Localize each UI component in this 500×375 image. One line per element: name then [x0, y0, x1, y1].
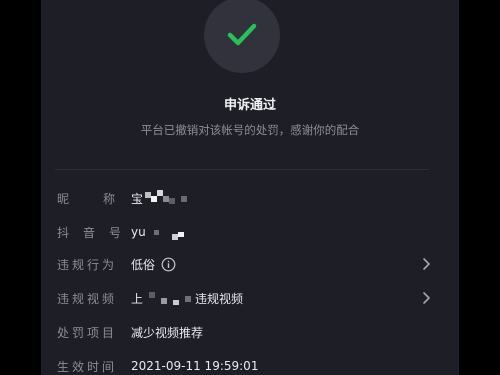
- douyin-id-text: yu: [131, 225, 146, 239]
- douyin-id-value: yu: [131, 224, 188, 240]
- divider: [55, 169, 429, 170]
- effective-time-row: 生效时间 2021-09-11 19:59:01: [57, 356, 431, 375]
- chevron-right-icon[interactable]: [421, 291, 431, 305]
- result-subtitle: 平台已撤销对该帐号的处罚，感谢你的配合: [140, 123, 360, 137]
- violation-type-value: 低俗: [131, 256, 176, 273]
- effective-time-value: 2021-09-11 19:59:01: [131, 359, 259, 373]
- nickname-row: 昵称 宝: [57, 188, 431, 208]
- chevron-right-icon[interactable]: [421, 257, 431, 271]
- violation-type-row[interactable]: 违规行为 低俗: [57, 254, 431, 274]
- violation-video-prefix: 上: [131, 291, 144, 306]
- redaction-mosaic: [149, 292, 192, 305]
- violation-video-row[interactable]: 违规视频 上 违规视频: [57, 288, 431, 308]
- appeal-result-panel: 申诉通过 平台已撤销对该帐号的处罚，感谢你的配合 昵称 宝 抖音号 yu 违规行…: [41, 0, 459, 375]
- info-icon[interactable]: [161, 257, 176, 272]
- penalty-label: 处罚项目: [57, 325, 118, 340]
- violation-video-suffix: 违规视频: [195, 291, 244, 306]
- douyin-id-label: 抖音号: [57, 225, 136, 240]
- douyin-id-row: 抖音号 yu: [57, 222, 431, 242]
- violation-type-text: 低俗: [131, 257, 156, 272]
- penalty-row: 处罚项目 减少视频推荐: [57, 322, 431, 342]
- nickname-text: 宝: [131, 191, 144, 206]
- penalty-value: 减少视频推荐: [131, 325, 204, 340]
- violation-video-value: 上 违规视频: [131, 290, 243, 307]
- redaction-mosaic: [145, 190, 188, 204]
- success-badge: [204, 0, 280, 73]
- redaction-mosaic: [153, 230, 184, 240]
- result-title: 申诉通过: [223, 98, 276, 113]
- nickname-value: 宝: [131, 190, 189, 207]
- violation-video-label: 违规视频: [57, 291, 118, 306]
- nickname-label: 昵称: [57, 191, 150, 206]
- check-icon: [227, 23, 257, 46]
- violation-type-label: 违规行为: [57, 257, 118, 272]
- effective-time-label: 生效时间: [57, 359, 118, 374]
